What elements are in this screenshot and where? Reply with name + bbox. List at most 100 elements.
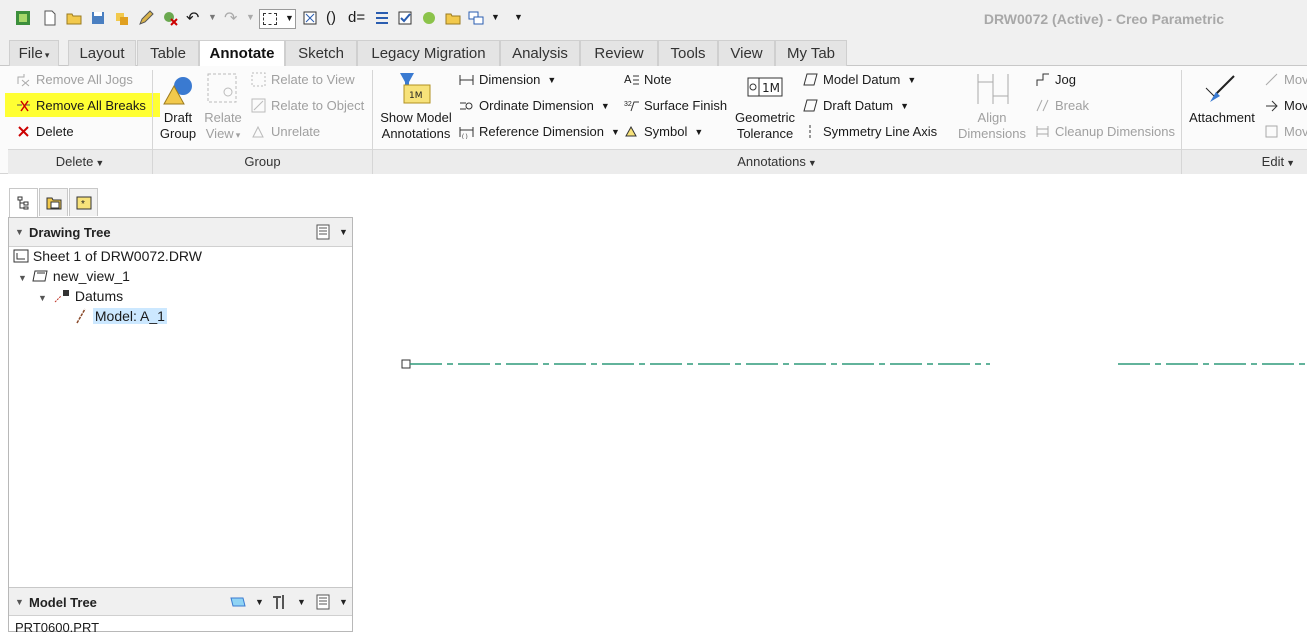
tab-file[interactable]: File ▾ — [9, 40, 59, 66]
sphere-icon[interactable] — [421, 10, 437, 26]
tools-icon[interactable] — [271, 593, 289, 611]
tab-table[interactable]: Table — [137, 40, 199, 66]
expand-triangle-icon[interactable]: ▼ — [18, 273, 27, 283]
selection-filter-box[interactable]: ▼ — [259, 9, 296, 29]
tree-item-datums[interactable]: Datums — [53, 288, 123, 304]
move-button-3[interactable]: Mov — [1264, 124, 1307, 139]
layers-icon[interactable] — [374, 10, 390, 26]
edit-icon[interactable] — [138, 10, 154, 26]
group-label-delete[interactable]: Delete ▼ — [8, 149, 152, 174]
surface-finish-button[interactable]: 32 Surface Finish — [624, 98, 727, 113]
tree-item-model-datum[interactable]: Model: A_1 — [73, 308, 167, 324]
model-tree-settings-dropdown-icon[interactable]: ▼ — [339, 588, 348, 617]
tab-folder-browser[interactable] — [39, 188, 68, 216]
break-button[interactable]: Break — [1035, 98, 1089, 113]
axis-endpoint-handle[interactable] — [401, 359, 411, 369]
show-icon[interactable] — [229, 594, 247, 610]
attachment-icon — [1205, 75, 1235, 102]
regenerate-icon[interactable] — [114, 10, 130, 26]
tab-my-tab[interactable]: My Tab — [775, 40, 847, 66]
reference-dimension-button[interactable]: ( ) Reference Dimension ▼ — [459, 124, 620, 139]
show-model-annotations-button[interactable]: Show Model Annotations — [378, 110, 454, 142]
model-datum-button[interactable]: Model Datum ▼ — [803, 72, 916, 87]
tree-settings-icon[interactable] — [315, 224, 331, 240]
unrelate-button[interactable]: Unrelate — [251, 124, 320, 139]
customize-qat-icon[interactable]: ▼ — [514, 12, 523, 22]
tab-legacy-migration[interactable]: Legacy Migration — [357, 40, 500, 66]
undo-dropdown-icon[interactable]: ▼ — [208, 12, 217, 22]
model-tree-header[interactable]: ▼ Model Tree ▼ ▼ ▼ — [9, 587, 352, 616]
tab-model-tree[interactable] — [9, 188, 38, 218]
expand-triangle-icon[interactable]: ▼ — [38, 293, 47, 303]
tab-favorites[interactable]: * — [69, 188, 98, 216]
tab-sketch[interactable]: Sketch — [285, 40, 357, 66]
cleanup-dimensions-button[interactable]: Cleanup Dimensions — [1035, 124, 1175, 139]
model-tree-settings-icon[interactable] — [315, 594, 331, 610]
repaint-icon[interactable] — [302, 10, 318, 26]
draft-group-button[interactable]: Draft Group — [156, 110, 200, 142]
tree-item-sheet[interactable]: Sheet 1 of DRW0072.DRW — [13, 248, 202, 264]
symmetry-line-axis-button[interactable]: Symmetry Line Axis — [803, 124, 937, 139]
tab-annotate[interactable]: Annotate — [199, 40, 285, 67]
tools-dropdown-icon[interactable]: ▼ — [297, 588, 306, 617]
windows-icon[interactable] — [468, 10, 484, 26]
remove-all-breaks-button[interactable]: Remove All Breaks — [16, 98, 146, 113]
svg-text:1M: 1M — [409, 91, 423, 101]
relate-to-view-button[interactable]: Relate to View — [251, 72, 355, 87]
note-button[interactable]: A Note — [624, 72, 671, 87]
move-button-1[interactable]: Mov — [1264, 72, 1307, 87]
undo-icon[interactable]: ↶ — [186, 8, 199, 28]
redo-icon[interactable]: ↷ — [224, 8, 237, 28]
geometric-tolerance-button[interactable]: Geometric Tolerance — [733, 110, 797, 142]
tree-item-view[interactable]: new_view_1 — [31, 268, 130, 284]
svg-text:( ): ( ) — [462, 134, 468, 139]
new-icon[interactable] — [42, 10, 58, 26]
datums-icon — [54, 290, 69, 303]
dimension-button[interactable]: Dimension ▼ — [459, 72, 556, 87]
align-dimensions-button[interactable]: Align Dimensions — [955, 110, 1029, 142]
tab-analysis[interactable]: Analysis — [500, 40, 580, 66]
draft-datum-button[interactable]: Draft Datum ▼ — [803, 98, 909, 113]
show-dropdown-icon[interactable]: ▼ — [255, 588, 264, 617]
relate-view-button[interactable]: Relate View ▾ — [200, 110, 246, 143]
tab-view[interactable]: View — [718, 40, 775, 66]
relations-icon[interactable]: d= — [348, 9, 365, 26]
tab-tools[interactable]: Tools — [658, 40, 718, 66]
close-window-icon[interactable] — [162, 10, 178, 26]
attachment-button[interactable]: Attachment — [1186, 110, 1258, 126]
redo-dropdown-icon[interactable]: ▼ — [246, 12, 255, 22]
collapse-triangle-icon[interactable]: ▼ — [15, 218, 24, 247]
relate-to-object-button[interactable]: Relate to Object — [251, 98, 364, 113]
relate-view-icon — [207, 73, 237, 103]
save-icon[interactable] — [90, 10, 106, 26]
move-to-sheet-icon — [1266, 100, 1278, 112]
collapse-triangle-icon[interactable]: ▼ — [15, 588, 24, 617]
ribbon-tabs: File ▾ Layout Table Annotate Sketch Legac… — [0, 38, 1307, 67]
drawing-canvas[interactable] — [356, 175, 1307, 632]
jog-button[interactable]: Jog — [1035, 72, 1076, 87]
unrelate-icon — [252, 125, 264, 138]
dimension-icon — [459, 75, 474, 85]
delete-x-icon — [18, 126, 29, 137]
group-label-edit[interactable]: Edit ▼ — [1182, 149, 1307, 174]
checkbox-tool-icon[interactable] — [397, 10, 413, 26]
show-model-annotations-icon: 1M — [400, 73, 431, 104]
folder-icon[interactable] — [445, 10, 461, 26]
drawing-area[interactable] — [356, 175, 1307, 632]
tree-settings-dropdown-icon[interactable]: ▼ — [339, 218, 348, 247]
open-icon[interactable] — [66, 10, 82, 26]
symbol-button[interactable]: Symbol ▼ — [624, 124, 703, 139]
group-label-group: Group — [153, 149, 372, 174]
tab-review[interactable]: Review — [580, 40, 658, 66]
tab-layout[interactable]: Layout — [68, 40, 136, 66]
group-label-annotations[interactable]: Annotations ▼ — [373, 149, 1181, 174]
braces-icon[interactable]: () — [326, 9, 336, 26]
drawing-tree-header[interactable]: ▼ Drawing Tree ▼ — [9, 218, 352, 247]
remove-all-jogs-button[interactable]: Remove All Jogs — [16, 72, 133, 87]
app-icon[interactable] — [15, 10, 31, 26]
move-button-2[interactable]: Mov — [1264, 98, 1307, 113]
model-tree-item[interactable]: PRT0600.PRT — [15, 620, 99, 635]
windows-dropdown-icon[interactable]: ▼ — [491, 12, 500, 22]
ordinate-dimension-button[interactable]: Ordinate Dimension ▼ — [459, 98, 610, 113]
delete-button[interactable]: Delete — [16, 124, 74, 139]
